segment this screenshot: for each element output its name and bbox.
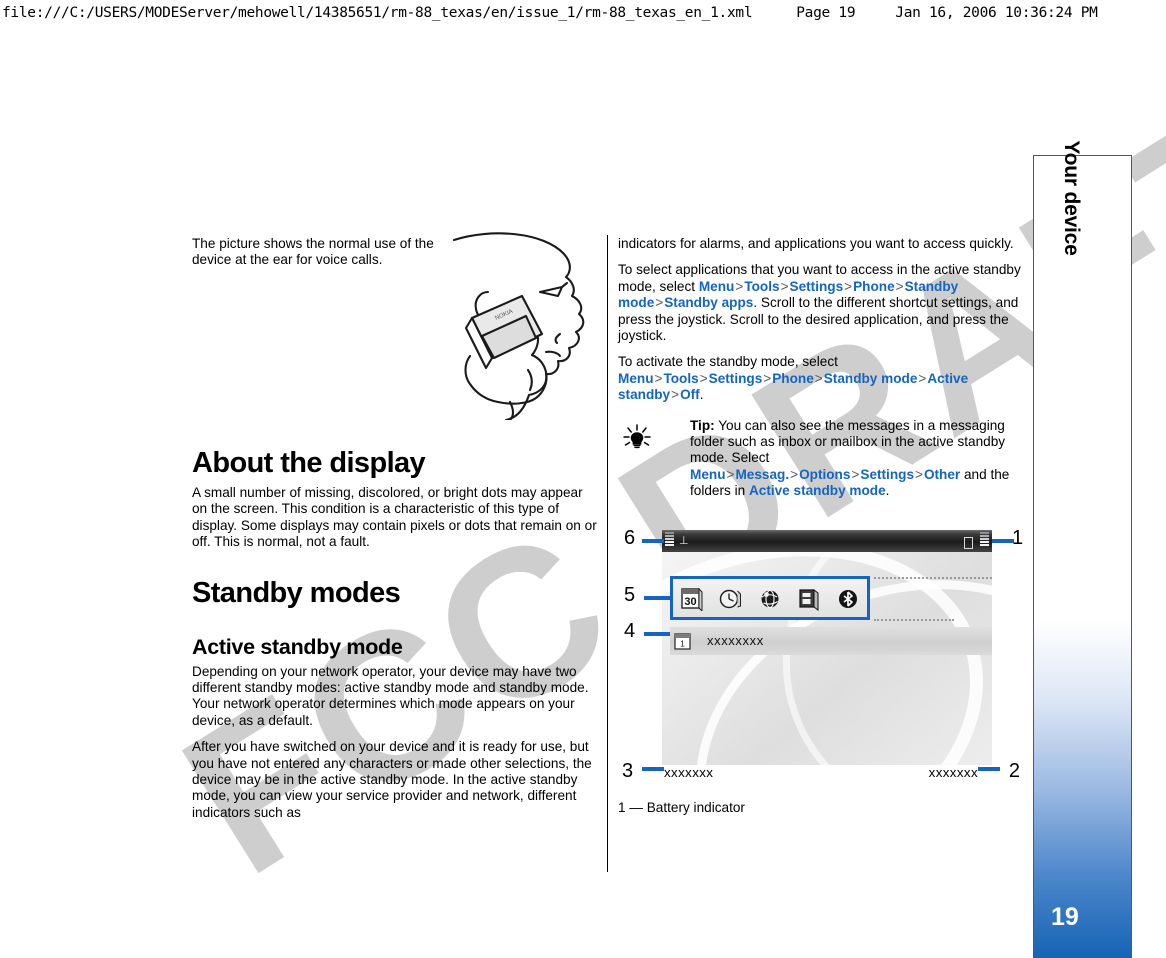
separator-gt: > (735, 278, 744, 294)
heading-about-the-display: About the display (192, 447, 426, 479)
dotted-guide-line (874, 618, 954, 621)
para-activate-tail: . (699, 387, 704, 403)
standby-screen-figure: ⊥ 30 1 xxxxxxxx xxxxxxx xxxxxxx 1 6 5 4 … (618, 522, 1024, 784)
link-tools[interactable]: Tools (744, 279, 779, 294)
link-menu[interactable]: Menu (690, 467, 726, 482)
link-settings[interactable]: Settings (860, 467, 914, 482)
document-page: FCC DRAFT The picture shows the normal u… (0, 26, 1166, 958)
tip-tail: . (885, 483, 890, 499)
active-standby-paragraph-2: After you have switched on your device a… (192, 739, 592, 820)
separator-gt: > (844, 278, 853, 294)
print-header-page: Page 19 (796, 5, 856, 21)
contacts-icon[interactable] (796, 585, 822, 611)
link-standby-apps[interactable]: Standby apps (664, 295, 753, 310)
figure-caption: 1 — Battery indicator (618, 799, 745, 815)
paragraph-activate-standby: To activate the standby mode, select Men… (618, 354, 1024, 403)
callout-leader-6 (642, 538, 664, 543)
callout-leader-5 (644, 595, 670, 600)
tip-text: Tip: You can also see the messages in a … (690, 418, 1024, 500)
svg-text:30: 30 (685, 596, 697, 608)
calendar-30-icon[interactable]: 30 (679, 585, 705, 611)
chapter-sidebar-tab: Your device 19 (1033, 140, 1132, 958)
separator-gt: > (655, 295, 664, 311)
link-off[interactable]: Off (680, 387, 700, 402)
link-menu[interactable]: Menu (699, 279, 735, 294)
calendar-1-icon: 1 (674, 633, 691, 650)
separator-gt: > (780, 278, 789, 294)
separator-gt: > (895, 278, 904, 294)
link-settings[interactable]: Settings (790, 279, 844, 294)
continued-paragraph: indicators for alarms, and applications … (618, 236, 1014, 251)
callout-number-6: 6 (624, 526, 636, 549)
intro-paragraph: The picture shows the normal use of the … (192, 236, 434, 268)
tip-label: Tip: (690, 417, 715, 433)
print-header-url: file:///C:/USERS/MODEServer/mehowell/143… (2, 5, 753, 21)
battery-box-icon (964, 536, 973, 549)
callout-leader-2 (978, 766, 1000, 771)
callout-leader-3 (642, 766, 664, 771)
callout-leader-4 (644, 631, 670, 636)
callout-number-3: 3 (622, 759, 634, 782)
antenna-icon: ⊥ (679, 534, 689, 547)
softkey-left-label: xxxxxxx (664, 764, 714, 780)
dotted-guide-line (874, 576, 992, 579)
link-standby-mode[interactable]: Standby mode (824, 371, 918, 386)
battery-bars-icon (980, 531, 989, 546)
page-number: 19 (1051, 903, 1079, 931)
link-phone[interactable]: Phone (772, 371, 814, 386)
calendar-note-row[interactable]: 1 xxxxxxxx (670, 626, 992, 655)
separator-gt: > (699, 370, 708, 386)
display-paragraph: A small number of missing, discolored, o… (192, 485, 597, 550)
left-column: The picture shows the normal use of the … (192, 232, 598, 831)
heading-active-standby-mode: Active standby mode (192, 634, 403, 659)
intro-row: The picture shows the normal use of the … (192, 232, 598, 421)
softkey-right-label: xxxxxxx (928, 764, 978, 780)
bluetooth-icon[interactable] (835, 585, 861, 611)
status-bar (662, 529, 992, 552)
tip-block: Tip: You can also see the messages in a … (618, 418, 1024, 500)
tip-lead: You can also see the messages in a messa… (690, 417, 1006, 466)
link-active-standby-mode[interactable]: Active standby mode (749, 483, 886, 498)
callout-number-1: 1 (1012, 526, 1024, 549)
link-menu[interactable]: Menu (618, 371, 654, 386)
column-divider (607, 235, 608, 872)
callout-number-2: 2 (1008, 759, 1020, 782)
shortcut-application-row[interactable]: 30 (670, 575, 870, 620)
web-globe-icon[interactable] (757, 585, 783, 611)
note-row-text: xxxxxxxx (707, 633, 764, 649)
callout-leader-1 (992, 538, 1014, 543)
right-column: indicators for alarms, and applications … (618, 236, 1024, 830)
separator-gt: > (790, 466, 799, 482)
clock-icon[interactable] (718, 585, 744, 611)
lightbulb-icon (623, 423, 651, 448)
link-messag[interactable]: Messag. (735, 467, 789, 482)
para-activate-lead: To activate the standby mode, select (618, 354, 838, 370)
link-options[interactable]: Options (799, 467, 850, 482)
link-other[interactable]: Other (924, 467, 960, 482)
phone-screen: ⊥ 30 1 xxxxxxxx (662, 529, 992, 765)
paragraph-select-applications: To select applications that you want to … (618, 262, 1024, 344)
link-settings[interactable]: Settings (709, 371, 763, 386)
link-phone[interactable]: Phone (853, 279, 895, 294)
separator-gt: > (654, 370, 663, 386)
head-with-phone-illustration: NOKIA (452, 232, 585, 420)
separator-gt: > (915, 466, 923, 482)
heading-standby-modes: Standby modes (192, 576, 401, 609)
print-header-bar: file:///C:/USERS/MODEServer/mehowell/143… (0, 0, 1166, 26)
print-header-date: Jan 16, 2006 10:36:24 PM (895, 5, 1098, 21)
signal-bars-icon (665, 531, 674, 546)
svg-text:1: 1 (680, 639, 685, 648)
separator-gt: > (671, 387, 680, 403)
separator-gt: > (814, 370, 823, 386)
active-standby-paragraph-1: Depending on your network operator, your… (192, 663, 589, 728)
callout-number-4: 4 (624, 619, 636, 642)
callout-number-5: 5 (624, 583, 636, 606)
sidebar-chapter-title: Your device (1059, 140, 1083, 256)
separator-gt: > (918, 370, 927, 386)
separator-gt: > (851, 466, 860, 482)
separator-gt: > (763, 370, 772, 386)
separator-gt: > (726, 466, 735, 482)
link-tools[interactable]: Tools (663, 371, 698, 386)
